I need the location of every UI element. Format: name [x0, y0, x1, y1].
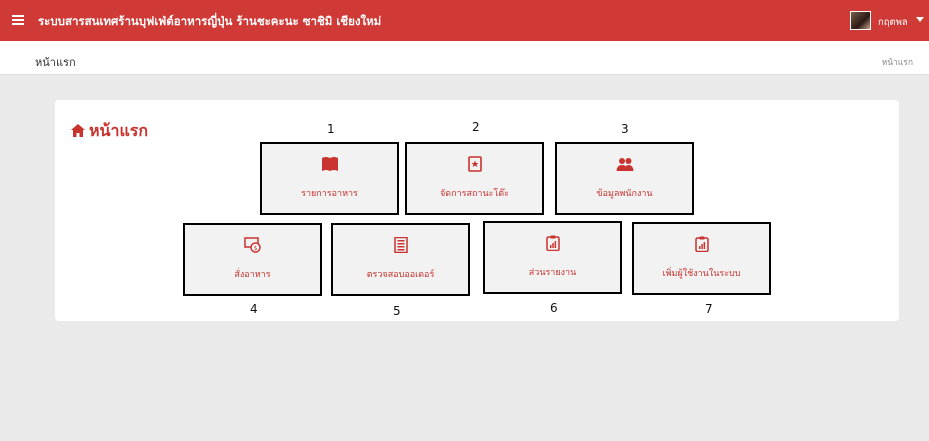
app-title: ระบบสารสนเทศร้านบุฟเฟ่ต์อาหารญี่ปุ่น ร้า… — [38, 14, 382, 28]
users-icon — [616, 158, 633, 171]
tile-number: 2 — [472, 120, 480, 134]
tile-label: ตรวจสอบออเดอร์ — [366, 270, 435, 280]
tile-number: 3 — [621, 122, 629, 136]
tile-number: 7 — [705, 302, 713, 316]
user-name[interactable]: กฤตพล — [878, 15, 908, 30]
tile-check-order[interactable]: ตรวจสอบออเดอร์ — [331, 223, 470, 296]
tile-label: รายการอาหาร — [301, 189, 358, 199]
breadcrumb[interactable]: หน้าแรก — [882, 55, 913, 69]
svg-text:$: $ — [253, 245, 257, 252]
tile-number: 6 — [550, 301, 558, 315]
tile-label: จัดการสถานะโต๊ะ — [440, 189, 509, 199]
page-title: หน้าแรก — [35, 56, 76, 69]
tile-number: 1 — [327, 122, 335, 136]
tile-label: ข้อมูลพนักงาน — [596, 189, 653, 199]
hamburger-menu-icon[interactable] — [12, 15, 24, 25]
tile-label: ส่วนรายงาน — [528, 268, 577, 278]
report-icon — [545, 235, 560, 251]
money-icon: $ — [243, 237, 261, 253]
tile-add-user[interactable]: เพิ่มผู้ใช้งานในระบบ — [632, 222, 771, 295]
list-icon — [393, 237, 408, 253]
panel-title-text: หน้าแรก — [89, 121, 149, 140]
top-navbar: ระบบสารสนเทศร้านบุฟเฟ่ต์อาหารญี่ปุ่น ร้า… — [0, 0, 929, 41]
chevron-down-icon[interactable] — [916, 17, 924, 22]
tile-number: 4 — [250, 302, 258, 316]
tile-table-status[interactable]: จัดการสถานะโต๊ะ — [405, 142, 544, 215]
tile-order-food[interactable]: $ สั่งอาหาร — [183, 223, 322, 296]
home-icon — [71, 124, 85, 137]
tile-reports[interactable]: ส่วนรายงาน — [483, 221, 622, 294]
book-icon — [321, 157, 338, 171]
tile-number: 5 — [393, 304, 401, 318]
tile-employee-info[interactable]: ข้อมูลพนักงาน — [555, 142, 694, 215]
page-header: หน้าแรก หน้าแรก — [0, 41, 929, 75]
panel-title: หน้าแรก — [71, 119, 148, 144]
tile-label: เพิ่มผู้ใช้งานในระบบ — [662, 269, 741, 279]
tile-food-list[interactable]: รายการอาหาร — [260, 142, 399, 215]
tile-label: สั่งอาหาร — [234, 270, 271, 280]
report-icon — [694, 236, 709, 252]
bookmark-icon — [467, 156, 482, 172]
avatar[interactable] — [850, 11, 871, 30]
